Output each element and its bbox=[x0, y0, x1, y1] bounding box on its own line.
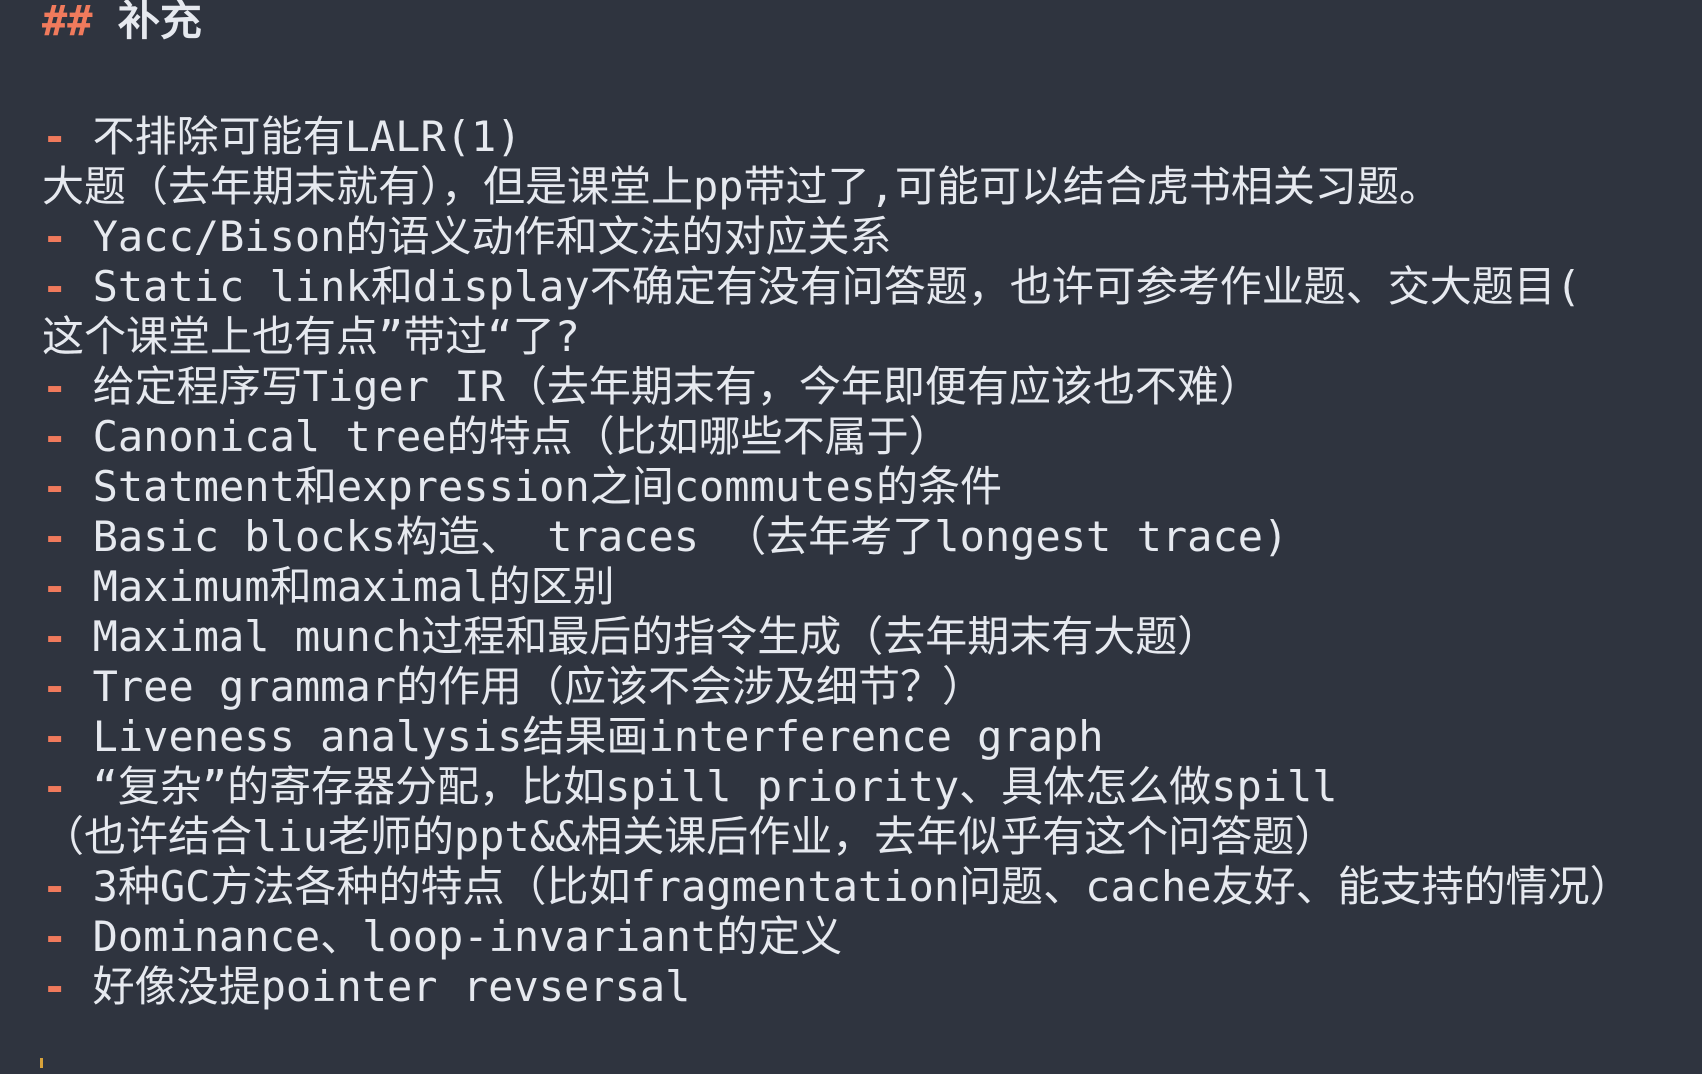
line-text: Basic blocks构造、 traces （去年考了longest trac… bbox=[67, 512, 1289, 561]
continuation-line: 大题（去年期末就有），但是课堂上pp带过了,可能可以结合虎书相关习题。 bbox=[42, 160, 1702, 214]
list-item: - “复杂”的寄存器分配，比如spill priority、具体怎么做spill bbox=[42, 760, 1702, 814]
list-item: - Dominance、loop-invariant的定义 bbox=[42, 910, 1702, 964]
line-text: Liveness analysis结果画interference graph bbox=[67, 712, 1104, 761]
line-text: 不排除可能有LALR(1) bbox=[67, 112, 522, 161]
list-item: - 3种GC方法各种的特点（比如fragmentation问题、cache友好、… bbox=[42, 860, 1702, 914]
markdown-editor[interactable]: ## 补充 - 不排除可能有LALR(1) 大题（去年期末就有），但是课堂上pp… bbox=[0, 0, 1702, 1068]
heading-marker: ## bbox=[42, 0, 93, 45]
bullet-marker: - bbox=[42, 612, 68, 661]
list-item: - Maximal munch过程和最后的指令生成（去年期末有大题） bbox=[42, 610, 1702, 664]
line-text: Canonical tree的特点（比如哪些不属于） bbox=[67, 412, 951, 461]
line-text: “复杂”的寄存器分配，比如spill priority、具体怎么做spill bbox=[67, 762, 1338, 811]
line-text: Static link和display不确定有没有问答题，也许可参考作业题、交大… bbox=[67, 262, 1582, 311]
list-item: - Canonical tree的特点（比如哪些不属于） bbox=[42, 410, 1702, 464]
bullet-marker: - bbox=[42, 912, 68, 961]
list-item: - Static link和display不确定有没有问答题，也许可参考作业题、… bbox=[42, 260, 1702, 314]
bullet-marker: - bbox=[42, 212, 68, 261]
bullet-marker: - bbox=[42, 462, 68, 511]
continuation-line: 这个课堂上也有点”带过“了? bbox=[42, 310, 1702, 364]
bullet-marker: - bbox=[42, 512, 68, 561]
bullet-marker: - bbox=[42, 662, 68, 711]
heading-text: 补充 bbox=[92, 0, 202, 45]
bullet-marker: - bbox=[42, 262, 68, 311]
line-text: Dominance、loop-invariant的定义 bbox=[67, 912, 843, 961]
list-item: - Statment和expression之间commutes的条件 bbox=[42, 460, 1702, 514]
bullet-marker: - bbox=[42, 362, 68, 411]
heading-line: ## 补充 bbox=[42, 0, 1702, 48]
bullet-marker: - bbox=[42, 712, 68, 761]
line-text: 这个课堂上也有点”带过“了? bbox=[42, 312, 580, 361]
line-text: 好像没提pointer revsersal bbox=[67, 962, 691, 1011]
line-text: Statment和expression之间commutes的条件 bbox=[67, 462, 1003, 511]
bullet-marker: - bbox=[42, 962, 68, 1011]
list-item: - Maximum和maximal的区别 bbox=[42, 560, 1702, 614]
line-text: （也许结合liu老师的ppt&&相关课后作业，去年似乎有这个问答题） bbox=[42, 812, 1337, 861]
list-item: - Liveness analysis结果画interference graph bbox=[42, 710, 1702, 764]
line-text: Maximal munch过程和最后的指令生成（去年期末有大题） bbox=[67, 612, 1220, 661]
line-text: 大题（去年期末就有），但是课堂上pp带过了,可能可以结合虎书相关习题。 bbox=[42, 162, 1441, 211]
list-item: - 不排除可能有LALR(1) bbox=[42, 110, 1702, 164]
line-text: 3种GC方法各种的特点（比如fragmentation问题、cache友好、能支… bbox=[67, 862, 1632, 911]
bullet-marker: - bbox=[42, 762, 68, 811]
list-item: - Tree grammar的作用（应该不会涉及细节？） bbox=[42, 660, 1702, 714]
line-text: Yacc/Bison的语义动作和文法的对应关系 bbox=[67, 212, 892, 261]
line-text: Maximum和maximal的区别 bbox=[67, 562, 615, 611]
bullet-marker: - bbox=[42, 112, 68, 161]
line-text: Tree grammar的作用（应该不会涉及细节？） bbox=[67, 662, 985, 711]
list-item: - 给定程序写Tiger IR（去年期末有，今年即便有应该也不难） bbox=[42, 360, 1702, 414]
bullet-marker: - bbox=[42, 862, 68, 911]
bullet-marker: - bbox=[42, 562, 68, 611]
list-item: - 好像没提pointer revsersal bbox=[42, 960, 1702, 1014]
list-item: - Basic blocks构造、 traces （去年考了longest tr… bbox=[42, 510, 1702, 564]
bullet-marker: - bbox=[42, 412, 68, 461]
list-item: - Yacc/Bison的语义动作和文法的对应关系 bbox=[42, 210, 1702, 264]
continuation-line: （也许结合liu老师的ppt&&相关课后作业，去年似乎有这个问答题） bbox=[42, 810, 1702, 864]
line-text: 给定程序写Tiger IR（去年期末有，今年即便有应该也不难） bbox=[67, 362, 1261, 411]
text-cursor bbox=[40, 1058, 43, 1068]
